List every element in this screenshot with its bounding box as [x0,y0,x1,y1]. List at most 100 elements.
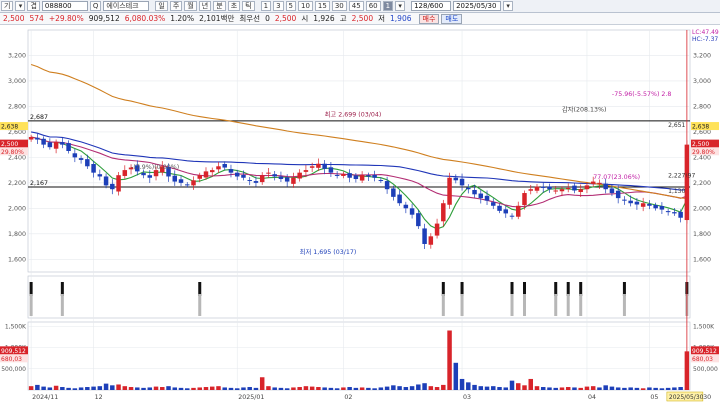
candle-body [478,193,484,199]
interval-5-button[interactable]: 5 [285,1,296,11]
menu-icon[interactable]: 기 [1,1,14,11]
candle-body [459,178,465,186]
candle-body [259,175,265,183]
volume-bar [634,387,640,390]
interval-15-button[interactable]: 15 [314,1,330,11]
candle-body [378,180,384,182]
volume-bar [178,387,184,390]
volume-bar [110,385,115,390]
volume-bar [353,387,359,390]
vol-tag2-right: 680,03 [692,356,713,363]
period-tick-button[interactable]: 틱 [242,1,255,11]
candle-body [334,174,340,176]
signal-bar [622,294,626,316]
calendar-icon[interactable]: ▾ [503,1,514,11]
volume-bar [584,386,590,390]
data-count-field[interactable]: 128/600 [411,1,452,11]
volume-bar [291,387,296,390]
volume-bar [122,386,128,390]
volume-bar [135,387,140,390]
label-priority: 최우선 [239,14,261,23]
volume-bar [116,384,121,390]
period-year-button[interactable]: 년 [198,1,212,11]
candle-body [347,173,352,178]
candle-body [509,215,515,217]
sell-button[interactable]: 매도 [441,13,463,24]
volume-bar [522,385,527,390]
dropdown-icon[interactable]: ▾ [15,1,26,11]
volume-bar [409,386,415,390]
annotation-event: 감자(208.13%) [562,105,607,114]
lc-label: LC:47.49 [692,29,719,36]
candle-body [291,177,296,184]
candle-body [53,142,59,149]
volume-bar [547,387,552,390]
date-field[interactable]: 2025/05/30 [453,1,502,11]
candle-body [28,136,34,140]
candle-body [472,189,477,195]
volume-bar [85,387,90,390]
period-month-button[interactable]: 월 [184,1,197,11]
candle-body [316,163,321,168]
stock-name-field[interactable]: 에이스테크 [103,1,150,11]
volume-bar [615,387,621,390]
candle-body [603,183,608,190]
interval-10-button[interactable]: 10 [298,1,313,11]
interval-45-button[interactable]: 45 [348,1,364,11]
candle-body [409,208,415,215]
volume-bar [72,388,78,390]
volume-bar [472,384,477,390]
period-second-button[interactable]: 초 [227,1,241,11]
annotation-box1: 1,130 [668,188,685,195]
interval-custom-button[interactable]: 1 [382,1,394,11]
step-dropdown-icon[interactable]: ▾ [395,1,406,11]
candle-body [297,172,302,179]
candle-body [441,203,446,222]
stock-code-input[interactable]: 088800 [41,1,88,11]
interval-1-button[interactable]: 1 [260,1,272,11]
interval-60-button[interactable]: 60 [365,1,381,11]
volume-bar [241,387,246,390]
signal-bar [523,294,526,316]
volume-bar [91,386,96,390]
buy-button[interactable]: 매수 [418,13,440,24]
candle-body [147,175,153,178]
volume-bar [497,387,502,390]
candle-body [241,174,246,178]
interval-3-button[interactable]: 3 [273,1,284,11]
signal-bar [554,294,558,316]
hc-label: HC:-7.37 [692,36,718,43]
candle-body [453,177,459,181]
signal-bar [441,294,445,316]
volume-bar [66,387,71,390]
annotation-pct2: 77.07(23.06%) [593,174,640,181]
exchange-toggle[interactable]: 겹 [27,1,40,11]
signal-marker [510,282,514,296]
volume-bar [672,387,677,390]
volume-bar [516,383,521,390]
candle-body [191,180,196,186]
time-tick-label: 12 [95,394,103,401]
stock-chart[interactable]: 2,687 2,167 최고 2,699 (03/04) 최저 1,695 (03/1… [0,26,720,404]
candle-body [466,187,471,190]
volume-bar [478,386,484,390]
period-week-button[interactable]: 주 [169,1,183,11]
signal-bar [566,294,570,316]
volume-bar [160,387,165,390]
candle-body [628,200,633,204]
volume-tick-left: 1,500K [5,323,27,330]
volume-bar [503,387,509,390]
volume-bar [272,387,277,390]
period-minute-button[interactable]: 분 [213,1,226,11]
volume-bar [347,387,352,390]
open-price: 2,500 [274,14,297,23]
volume-bar [328,387,334,390]
label-low: 저 [378,14,386,23]
interval-30-button[interactable]: 30 [331,1,347,11]
candle-body [553,190,558,192]
price-tick-right: 2,800 [693,103,711,110]
period-day-button[interactable]: 일 [155,1,168,11]
candle-body [484,195,490,201]
search-icon[interactable]: Q [89,1,102,11]
candle-body [322,163,327,169]
